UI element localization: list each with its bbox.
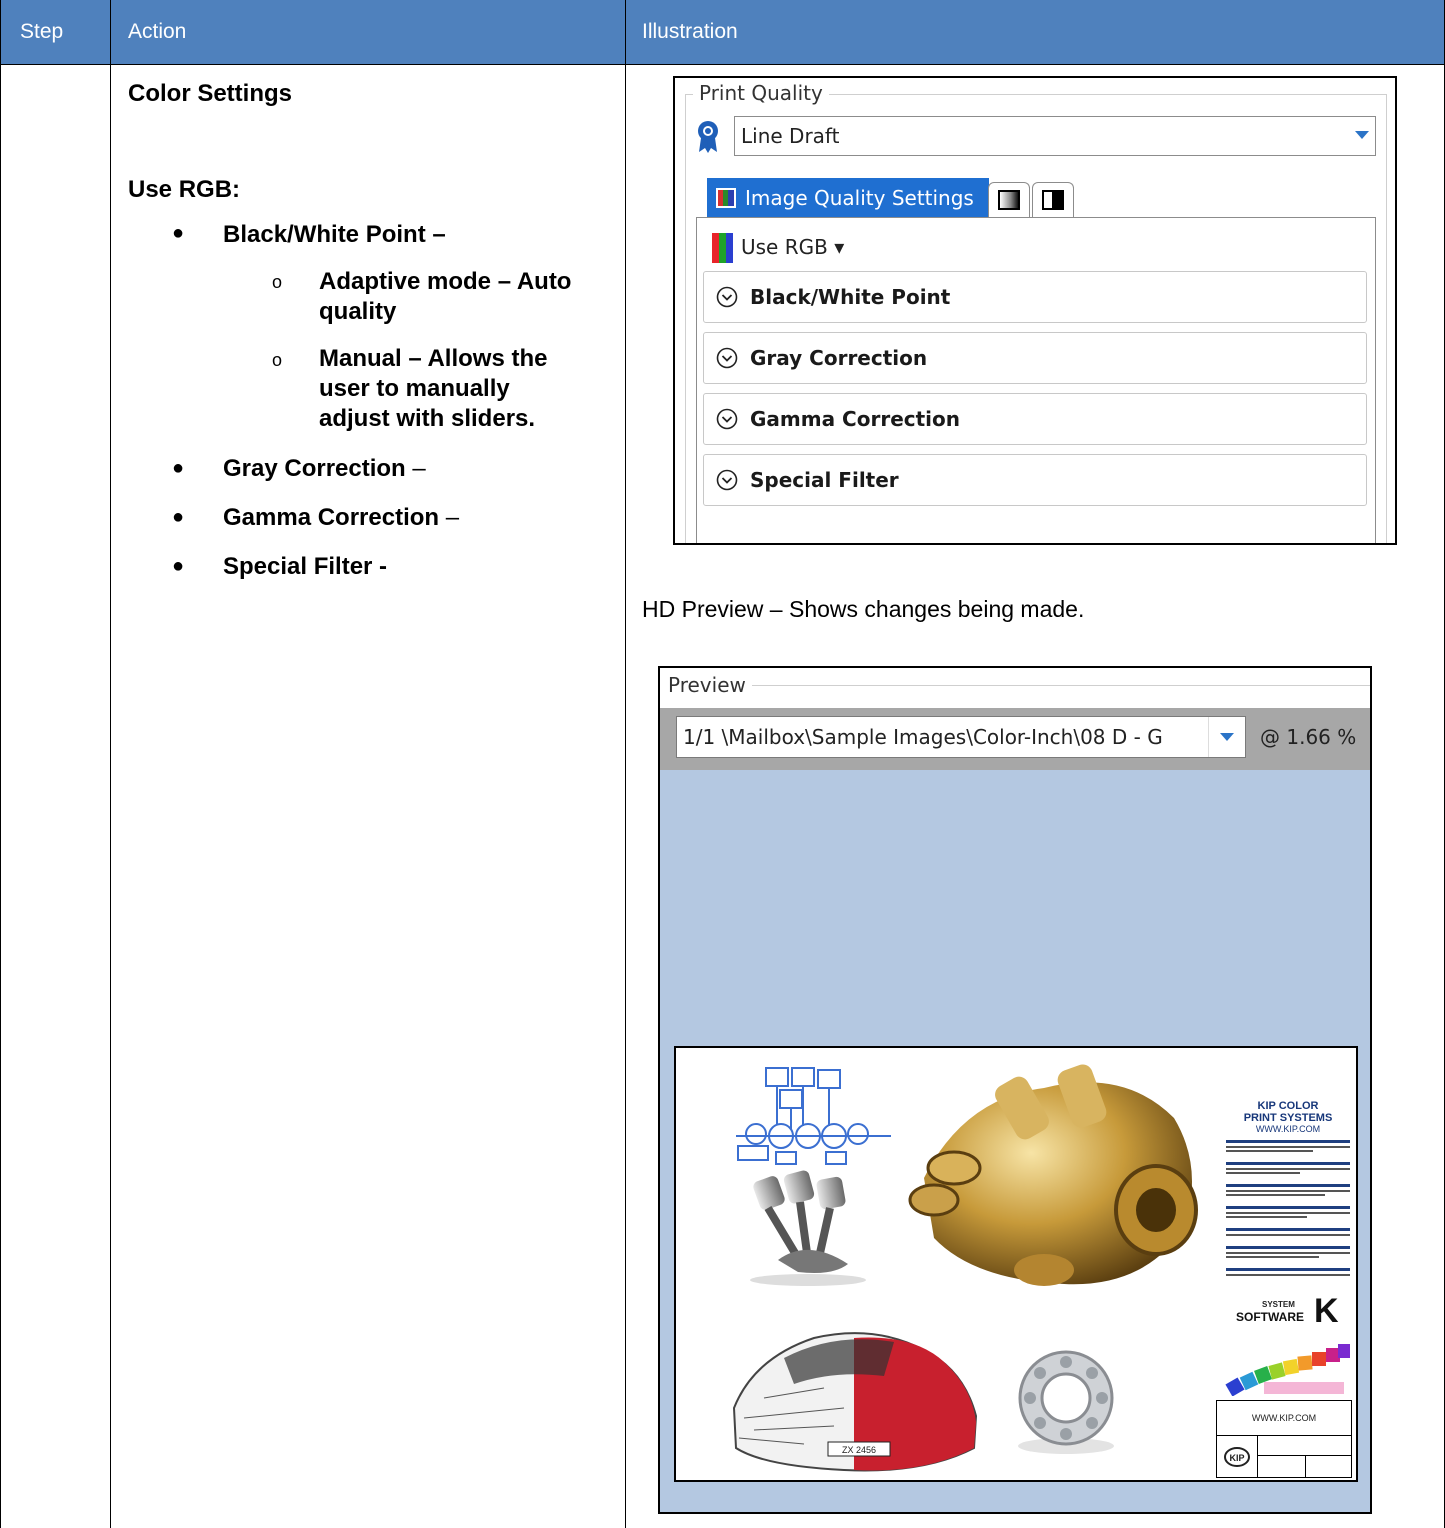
- bullet-dot: ●: [172, 457, 185, 479]
- header-action: Action: [128, 20, 187, 43]
- tab-black-white[interactable]: [1032, 182, 1074, 218]
- section-black-white-point[interactable]: Black/White Point: [703, 271, 1367, 323]
- print-quality-screenshot: Print Quality Line Draft Image Quality S…: [673, 76, 1397, 545]
- kip-brand-line1: KIP COLOR: [1257, 1100, 1319, 1112]
- logo-letter: K: [1314, 1292, 1339, 1330]
- list-item-special-filter: Special Filter -: [223, 553, 388, 580]
- print-quality-label: Print Quality: [693, 81, 829, 105]
- preview-group-rule: [750, 685, 1370, 686]
- chevron-down-icon[interactable]: [1208, 717, 1245, 757]
- footer-url: WWW.KIP.COM: [1251, 1413, 1317, 1423]
- image-quality-panel: Use RGB ▾ Black/White Point Gray Correct…: [696, 217, 1376, 543]
- table-header: Step Action Illustration: [0, 0, 1445, 64]
- print-quality-select[interactable]: Line Draft: [734, 116, 1376, 156]
- section-label: Black/White Point: [750, 285, 951, 309]
- section-label: Gamma Correction: [750, 407, 961, 431]
- action-subheading: Use RGB:: [128, 176, 241, 203]
- bullet-dot: ●: [172, 222, 185, 244]
- chevron-circle-icon: [716, 347, 738, 369]
- chevron-circle-icon: [716, 286, 738, 308]
- print-quality-value: Line Draft: [741, 124, 840, 148]
- svg-text:KIP: KIP: [1229, 1453, 1244, 1463]
- engine-image: [908, 1064, 1198, 1286]
- table-divider-action: [625, 0, 626, 1528]
- list-item-gray: Gray Correction –: [223, 455, 426, 482]
- header-illustration: Illustration: [642, 20, 738, 43]
- section-special-filter[interactable]: Special Filter: [703, 454, 1367, 506]
- table-border-left: [0, 0, 1, 1528]
- title-block-box: WWW.KIP.COM KIP: [1216, 1400, 1352, 1478]
- tab-image-quality-label: Image Quality Settings: [745, 186, 974, 210]
- preview-file-select[interactable]: 1/1 \Mailbox\Sample Images\Color-Inch\08…: [676, 716, 1246, 758]
- kip-logo-icon: KIP: [1224, 1447, 1250, 1467]
- sub-item-manual-line2: user to manually: [319, 375, 510, 402]
- bullet-dot: ●: [172, 555, 185, 577]
- table-divider-step: [110, 0, 111, 1528]
- section-label: Gray Correction: [750, 346, 928, 370]
- tab-image-quality-settings[interactable]: Image Quality Settings: [707, 178, 989, 218]
- blueprint-pistons-image: [736, 1067, 891, 1165]
- sub-bullet-circle: o: [272, 272, 283, 292]
- rgb-icon[interactable]: [712, 233, 733, 263]
- tab-grayscale[interactable]: [988, 182, 1030, 218]
- award-icon: [698, 121, 718, 153]
- sports-car-image: ZX 2456: [732, 1332, 978, 1472]
- section-gray-correction[interactable]: Gray Correction: [703, 332, 1367, 384]
- preview-sheet: ZX 2456 KIP COLOR PRINT SYSTEMS WWW.KIP.…: [674, 1046, 1358, 1482]
- sub-item-manual-line1: Manual – Allows the: [319, 345, 548, 372]
- kip-title-block: KIP COLOR PRINT SYSTEMS WWW.KIP.COM: [1226, 1100, 1350, 1278]
- section-gamma-correction[interactable]: Gamma Correction: [703, 393, 1367, 445]
- sub-item-manual-line3: adjust with sliders.: [319, 405, 536, 432]
- sub-item-adaptive-line2: quality: [319, 298, 397, 325]
- kip-brand-line2: PRINT SYSTEMS: [1243, 1112, 1333, 1124]
- preview-file-value: 1/1 \Mailbox\Sample Images\Color-Inch\08…: [683, 725, 1163, 749]
- list-item-black-white: Black/White Point –: [223, 221, 446, 248]
- sub-bullet-circle: o: [272, 350, 283, 370]
- license-plate-text: ZX 2456: [842, 1445, 876, 1455]
- table-header-rule: [0, 64, 1445, 65]
- sub-item-adaptive-line1: Adaptive mode – Auto: [319, 268, 572, 295]
- color-bars-icon: [716, 188, 736, 208]
- kip-url: WWW.KIP.COM: [1255, 1124, 1321, 1134]
- chevron-circle-icon: [716, 469, 738, 491]
- grayscale-icon: [998, 190, 1020, 210]
- preview-label: Preview: [668, 673, 752, 697]
- logo-text-top: SYSTEM: [1262, 1300, 1295, 1309]
- black-white-icon: [1042, 190, 1064, 210]
- color-mode-dropdown[interactable]: Use RGB ▾: [741, 235, 844, 259]
- action-heading: Color Settings: [128, 80, 293, 107]
- section-label: Special Filter: [750, 468, 899, 492]
- color-swatch-fan-image: [1225, 1344, 1350, 1396]
- list-item-gamma: Gamma Correction –: [223, 504, 460, 531]
- ball-bearing-image: [1018, 1350, 1114, 1454]
- hd-preview-caption: HD Preview – Shows changes being made.: [642, 596, 1085, 622]
- header-step: Step: [20, 20, 64, 43]
- bullet-dot: ●: [172, 506, 185, 528]
- preview-screenshot: Preview 1/1 \Mailbox\Sample Images\Color…: [658, 666, 1372, 1514]
- preview-zoom-level: @ 1.66 %: [1260, 725, 1357, 749]
- logo-text-bottom: SOFTWARE: [1236, 1310, 1304, 1324]
- chevron-circle-icon: [716, 408, 738, 430]
- chevron-down-icon[interactable]: [1355, 131, 1369, 139]
- pistons-image: [750, 1170, 866, 1286]
